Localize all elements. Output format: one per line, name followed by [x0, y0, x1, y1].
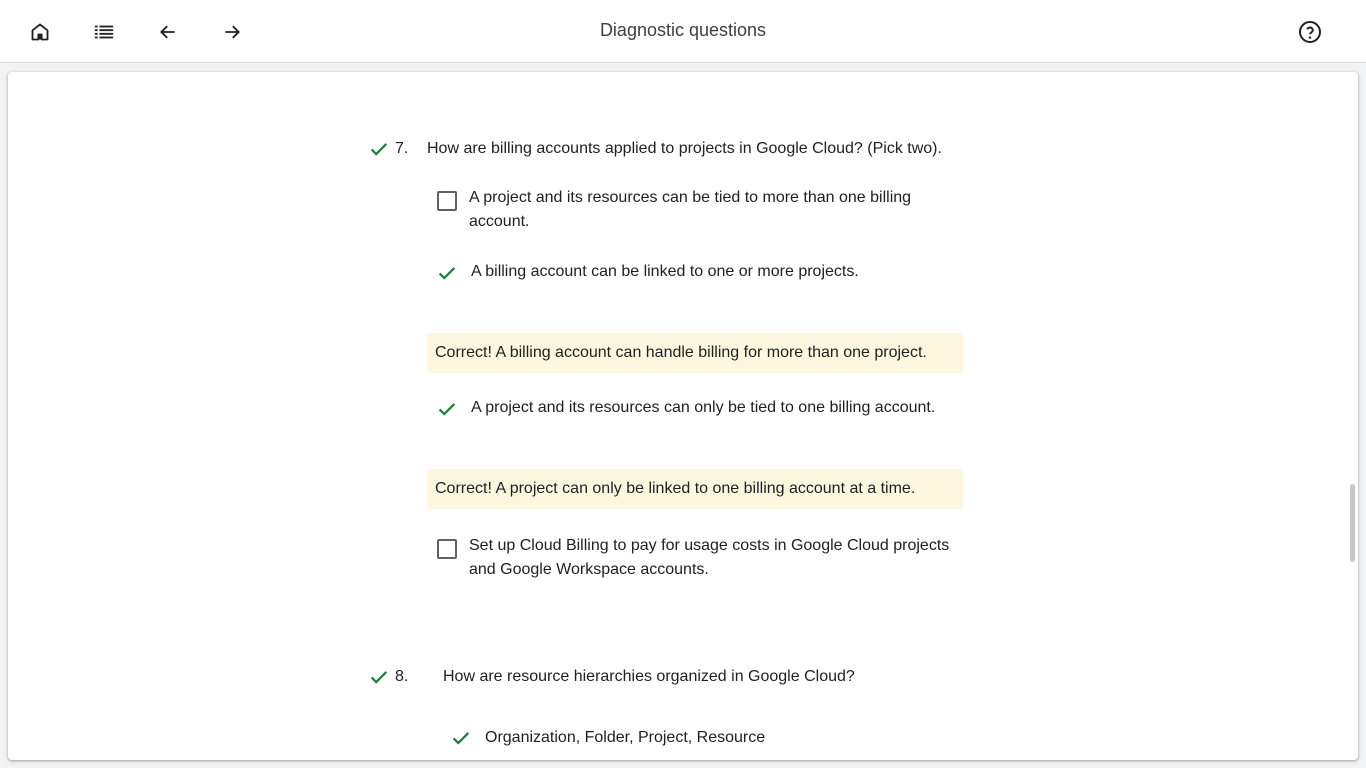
question-number: 8. [395, 668, 409, 685]
check-icon [368, 138, 390, 160]
selected-check-icon[interactable] [436, 398, 458, 420]
option-label: A project and its resources can only be … [471, 399, 936, 416]
feedback-correct: Correct! A project can only be linked to… [427, 469, 963, 509]
question-text: How are billing accounts applied to proj… [427, 140, 942, 157]
feedback-correct: Correct! A billing account can handle bi… [427, 333, 963, 373]
selected-check-icon[interactable] [436, 262, 458, 284]
option-checkbox[interactable] [437, 191, 457, 211]
option-label: A project and its resources can be tied … [469, 186, 969, 234]
question-text: How are resource hierarchies organized i… [443, 668, 855, 685]
top-app-bar: Diagnostic questions [0, 0, 1366, 63]
option-label: A billing account can be linked to one o… [471, 263, 859, 280]
scrollbar[interactable] [1350, 484, 1355, 562]
question-number: 7. [395, 140, 409, 157]
option-label-line: A project and its resources can be tied … [469, 189, 912, 206]
option-checkbox[interactable] [437, 539, 457, 559]
help-icon[interactable] [1294, 16, 1326, 48]
option-label: Organization, Folder, Project, Resource [485, 729, 766, 746]
option-label-line: Set up Cloud Billing to pay for usage co… [469, 537, 950, 554]
option-label-line: account. [469, 213, 530, 230]
selected-check-icon[interactable] [450, 727, 472, 749]
check-icon [368, 666, 390, 688]
option-label: Set up Cloud Billing to pay for usage co… [469, 534, 969, 582]
option-label-line: and Google Workspace accounts. [469, 561, 709, 578]
quiz-content: 7. How are billing accounts applied to p… [8, 72, 1358, 760]
page-title: Diagnostic questions [599, 20, 767, 40]
